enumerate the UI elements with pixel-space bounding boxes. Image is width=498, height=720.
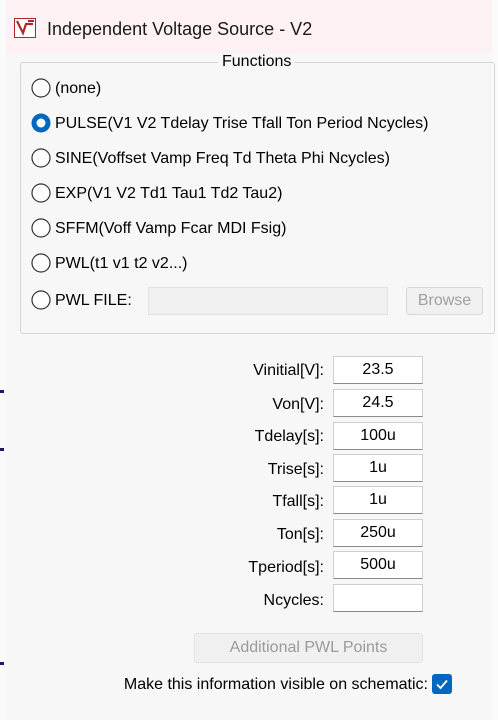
radio-pwl[interactable] bbox=[31, 253, 51, 273]
radio-pulse[interactable] bbox=[31, 113, 51, 133]
additional-pwl-points-button[interactable]: Additional PWL Points bbox=[194, 633, 423, 663]
radio-none[interactable] bbox=[31, 78, 51, 98]
radio-label-exp[interactable]: EXP(V1 V2 Td1 Tau1 Td2 Tau2) bbox=[55, 185, 282, 203]
schematic-wire-fragment bbox=[0, 662, 4, 665]
ltspice-logo-icon bbox=[14, 18, 36, 38]
radio-label-pulse[interactable]: PULSE(V1 V2 Tdelay Trise Tfall Ton Perio… bbox=[55, 115, 429, 133]
radio-label-pwl[interactable]: PWL(t1 v1 t2 v2...) bbox=[55, 255, 187, 273]
param-label-ton: Ton[s]: bbox=[276, 526, 324, 543]
radio-label-sine[interactable]: SINE(Voffset Vamp Freq Td Theta Phi Ncyc… bbox=[55, 150, 390, 168]
param-label-von: Von[V]: bbox=[272, 396, 324, 413]
window-left-edge bbox=[0, 0, 6, 720]
radio-label-sffm[interactable]: SFFM(Voff Vamp Fcar MDI Fsig) bbox=[55, 220, 286, 238]
radio-sffm[interactable] bbox=[31, 218, 51, 238]
schematic-wire-fragment bbox=[0, 390, 4, 393]
param-label-tdelay: Tdelay[s]: bbox=[254, 428, 324, 445]
radio-exp[interactable] bbox=[31, 183, 51, 203]
visible-on-schematic-label: Make this information visible on schemat… bbox=[123, 676, 428, 693]
radio-pwl-file[interactable] bbox=[31, 290, 51, 310]
visible-on-schematic-checkbox[interactable] bbox=[432, 674, 452, 694]
param-input-tfall[interactable]: 1u bbox=[333, 486, 423, 514]
param-input-tdelay[interactable]: 100u bbox=[333, 422, 423, 450]
param-input-ton[interactable]: 250u bbox=[333, 519, 423, 547]
param-label-ncycles: Ncycles: bbox=[263, 592, 324, 609]
browse-button[interactable]: Browse bbox=[406, 287, 483, 315]
param-input-trise[interactable]: 1u bbox=[333, 454, 423, 482]
checkmark-icon bbox=[436, 679, 448, 690]
param-label-tfall: Tfall[s]: bbox=[272, 493, 324, 510]
param-input-vinitial[interactable]: 23.5 bbox=[333, 356, 423, 384]
param-input-tperiod[interactable]: 500u bbox=[333, 551, 423, 579]
functions-group-title: Functions bbox=[218, 53, 296, 71]
param-label-trise: Trise[s]: bbox=[267, 461, 324, 478]
title-bar: Independent Voltage Source - V2 bbox=[0, 0, 498, 54]
param-input-von[interactable]: 24.5 bbox=[333, 389, 423, 417]
radio-label-none[interactable]: (none) bbox=[55, 80, 101, 98]
param-label-vinitial: Vinitial[V]: bbox=[253, 362, 324, 379]
param-input-ncycles[interactable] bbox=[333, 584, 423, 612]
window-title: Independent Voltage Source - V2 bbox=[47, 19, 313, 39]
pwl-file-path-input[interactable] bbox=[148, 287, 388, 315]
radio-sine[interactable] bbox=[31, 148, 51, 168]
param-label-tperiod: Tperiod[s]: bbox=[248, 559, 324, 576]
schematic-wire-fragment bbox=[0, 448, 4, 451]
radio-label-pwl-file[interactable]: PWL FILE: bbox=[55, 292, 132, 310]
